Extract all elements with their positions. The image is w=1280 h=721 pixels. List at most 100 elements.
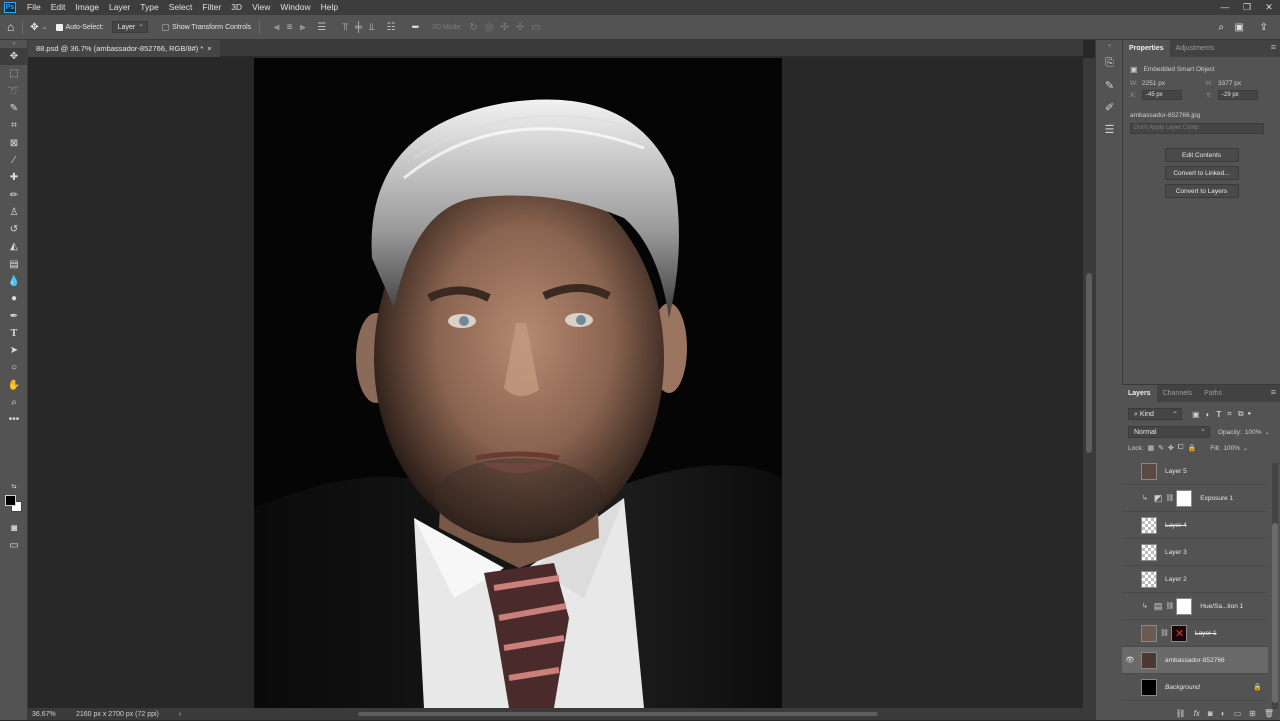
tab-paths[interactable]: Paths [1198, 385, 1228, 402]
menu-type[interactable]: Type [135, 0, 163, 15]
history-panel-icon[interactable]: ⎘ [1096, 52, 1123, 74]
fill-value[interactable]: 100% [1223, 445, 1240, 452]
move-tool-icon[interactable]: ✥ [30, 22, 38, 33]
marquee-tool-icon[interactable]: ⬚ [0, 65, 28, 82]
screen-mode-icon[interactable]: ▭ [0, 537, 28, 554]
panel-menu-icon[interactable]: ≡ [1271, 387, 1276, 397]
layer-row-layer-1[interactable]: ⛓ ✕ Layer 1 [1122, 620, 1268, 647]
layer-row-layer-4[interactable]: Layer 4 [1122, 512, 1268, 539]
pen-tool-icon[interactable]: ✒ [0, 307, 28, 324]
link-layers-icon[interactable]: ⛓ [1176, 709, 1186, 718]
menu-help[interactable]: Help [316, 0, 343, 15]
menu-filter[interactable]: Filter [197, 0, 226, 15]
layer-row-background[interactable]: Background 🔒 [1122, 674, 1268, 701]
canvas-vertical-scrollbar[interactable] [1083, 58, 1095, 708]
clone-stamp-tool-icon[interactable]: ♙ [0, 204, 28, 221]
tab-properties[interactable]: Properties [1123, 40, 1170, 57]
zoom-level[interactable]: 36.67% [28, 711, 68, 718]
blur-tool-icon[interactable]: 💧 [0, 273, 28, 290]
menu-view[interactable]: View [247, 0, 275, 15]
quick-mask-icon[interactable]: ◙ [0, 520, 28, 537]
minimize-button[interactable]: — [1214, 0, 1236, 15]
history-brush-tool-icon[interactable]: ↺ [0, 221, 28, 238]
3d-slide-icon[interactable]: ✢ [516, 22, 524, 33]
3d-roll-icon[interactable]: ◎ [485, 22, 494, 33]
edit-contents-button[interactable]: Edit Contents [1164, 148, 1239, 162]
lock-transparency-icon[interactable]: ▦ [1148, 444, 1155, 452]
3d-pan-icon[interactable]: ✣ [501, 22, 509, 33]
collapse-panels-icon[interactable]: « [1096, 40, 1123, 52]
distribute-vertical-icon[interactable]: ☷ [387, 22, 396, 33]
lock-pixels-icon[interactable]: ✎ [1158, 444, 1164, 452]
align-left-icon[interactable]: ⫷ [274, 22, 280, 33]
healing-brush-tool-icon[interactable]: ✚ [0, 169, 28, 186]
align-center-icon[interactable]: ≡ [287, 22, 293, 33]
x-position-input[interactable]: -45 px [1142, 90, 1182, 100]
gradient-tool-icon[interactable]: ▤ [0, 256, 28, 273]
layer-row-layer-2[interactable]: Layer 2 [1122, 566, 1268, 593]
fill-chevron-icon[interactable]: ⌄ [1243, 445, 1248, 452]
distribute-icon[interactable]: ☰ [317, 22, 326, 33]
filter-type-icon[interactable]: T [1216, 410, 1221, 419]
scrollbar-thumb[interactable] [1086, 273, 1092, 453]
new-adjustment-icon[interactable]: ◐ [1221, 709, 1226, 718]
filter-smart-object-icon[interactable]: ⧉ [1238, 409, 1244, 419]
menu-3d[interactable]: 3D [226, 0, 247, 15]
type-tool-icon[interactable]: T [0, 325, 28, 342]
brushes-panel-icon[interactable]: ✐ [1096, 96, 1123, 118]
new-group-icon[interactable]: ▭ [1234, 709, 1242, 718]
height-value[interactable]: 3377 px [1218, 80, 1241, 87]
layer-row-layer-3[interactable]: Layer 3 [1122, 539, 1268, 566]
menu-edit[interactable]: Edit [46, 0, 71, 15]
menu-layer[interactable]: Layer [104, 0, 135, 15]
3d-orbit-icon[interactable]: ↻ [469, 22, 477, 33]
color-swatches[interactable] [5, 495, 23, 513]
home-icon[interactable]: ⌂ [7, 20, 14, 34]
lock-position-icon[interactable]: ✥ [1168, 444, 1174, 452]
quick-select-tool-icon[interactable]: ✎ [0, 100, 28, 117]
layers-scrollbar[interactable] [1272, 463, 1278, 709]
layer-row-exposure-1[interactable]: ↳ ◩ ⛓ Exposure 1 [1122, 485, 1268, 512]
y-position-input[interactable]: -29 px [1218, 90, 1258, 100]
toolbox-collapse-icon[interactable]: » [0, 40, 28, 48]
status-menu-chevron-icon[interactable]: › [179, 711, 181, 718]
new-layer-icon[interactable]: ⊞ [1249, 709, 1256, 718]
layer-filter-kind-select[interactable]: ⌕ Kind [1128, 407, 1182, 420]
brush-tool-icon[interactable]: ✏ [0, 186, 28, 203]
path-select-tool-icon[interactable]: ➤ [0, 342, 28, 359]
edit-toolbar-icon[interactable]: ••• [0, 411, 28, 428]
canvas-horizontal-scrollbar[interactable] [208, 710, 1078, 718]
scrollbar-thumb[interactable] [358, 712, 878, 716]
eye-icon[interactable]: 👁 [1122, 656, 1138, 664]
close-tab-icon[interactable]: × [207, 44, 211, 53]
brush-settings-icon[interactable]: ✎ [1096, 74, 1123, 96]
align-middle-icon[interactable]: ╪ [355, 22, 362, 33]
move-tool-icon[interactable]: ✥ [0, 48, 28, 66]
opacity-chevron-icon[interactable]: ⌄ [1264, 429, 1269, 436]
zoom-tool-icon[interactable]: ⌕ [0, 394, 28, 411]
eraser-tool-icon[interactable]: ◭ [0, 238, 28, 255]
3d-camera-icon[interactable]: ▭ [531, 22, 540, 33]
filter-pixel-icon[interactable]: ▣ [1192, 410, 1200, 419]
convert-to-linked-button[interactable]: Convert to Linked... [1164, 166, 1239, 180]
align-bottom-icon[interactable]: ⫫ [369, 22, 375, 33]
restore-button[interactable]: ❐ [1236, 0, 1258, 15]
lock-all-icon[interactable]: 🔒 [1188, 444, 1197, 452]
filter-shape-icon[interactable]: ⌗ [1227, 409, 1232, 419]
panel-menu-icon[interactable]: ≡ [1271, 42, 1276, 52]
filter-adjustment-icon[interactable]: ◐ [1206, 410, 1211, 419]
layer-row-ambassador-852766[interactable]: 👁 ambassador-852766 [1122, 647, 1268, 674]
align-right-icon[interactable]: ⫸ [300, 22, 306, 33]
menu-file[interactable]: File [22, 0, 46, 15]
shape-tool-icon[interactable]: ○ [0, 359, 28, 376]
workspace-icon[interactable]: ▣ [1235, 22, 1244, 33]
crop-tool-icon[interactable]: ⌗ [0, 117, 28, 134]
foreground-color-swatch[interactable] [5, 495, 16, 506]
convert-to-layers-button[interactable]: Convert to Layers [1164, 184, 1239, 198]
layer-comp-select[interactable]: Don't Apply Layer Comp [1130, 123, 1264, 134]
share-icon[interactable]: ⇪ [1260, 22, 1268, 33]
dodge-tool-icon[interactable]: ● [0, 290, 28, 307]
width-value[interactable]: 2251 px [1142, 80, 1206, 87]
opacity-value[interactable]: 100% [1245, 429, 1262, 436]
align-top-icon[interactable]: ⫪ [342, 22, 348, 33]
